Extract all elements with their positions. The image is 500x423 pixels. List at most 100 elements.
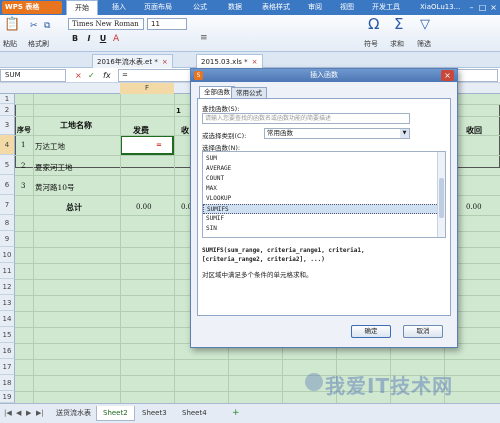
row-header[interactable]: 5 bbox=[0, 155, 15, 175]
row-header[interactable]: 6 bbox=[0, 175, 15, 195]
row-header[interactable]: 7 bbox=[0, 195, 15, 215]
dialog-title: 插入函数 bbox=[310, 71, 338, 79]
bold-button[interactable]: B bbox=[70, 34, 80, 44]
row-header[interactable]: 15 bbox=[0, 327, 15, 343]
active-cell[interactable] bbox=[120, 135, 174, 155]
row-header[interactable]: 17 bbox=[0, 359, 15, 375]
symbol-icon[interactable]: Ω bbox=[368, 17, 379, 32]
prev-sheet-icon[interactable]: ◀ bbox=[16, 409, 21, 417]
column-gridline bbox=[174, 94, 175, 403]
column-header-f[interactable]: F bbox=[120, 83, 174, 94]
function-item[interactable]: MAX bbox=[203, 184, 439, 194]
row-header[interactable]: 9 bbox=[0, 231, 15, 247]
paste-button[interactable]: 粘贴 bbox=[3, 39, 17, 49]
scrollbar-thumb[interactable] bbox=[439, 178, 444, 218]
row-header[interactable]: 2 bbox=[0, 104, 15, 116]
format-painter-button[interactable]: 格式刷 bbox=[28, 39, 49, 49]
menu-insert[interactable]: 插入 bbox=[112, 0, 126, 15]
name-box[interactable]: SUM bbox=[0, 69, 66, 82]
copy-icon[interactable]: ⧉ bbox=[44, 21, 50, 31]
row-header[interactable]: 1 bbox=[0, 94, 15, 104]
menu-view[interactable]: 视图 bbox=[340, 0, 354, 15]
file-tab-label: 2016年流水表.et * bbox=[97, 58, 158, 66]
font-name-select[interactable]: Times New Roman bbox=[68, 18, 144, 30]
tab-common-formulas[interactable]: 常用公式 bbox=[231, 87, 267, 98]
total-right: 0.00 bbox=[466, 203, 482, 211]
row-site: 夏家河工地 bbox=[35, 163, 73, 172]
row-header[interactable]: 8 bbox=[0, 215, 15, 231]
function-item[interactable]: AVERAGE bbox=[203, 164, 439, 174]
font-color-icon[interactable]: A bbox=[113, 34, 119, 44]
filter-button[interactable]: 筛选 bbox=[417, 39, 431, 49]
dialog-panel: 查找函数(S): 请输入您要查找的函数名或函数功能的简要描述 或选择类别(C):… bbox=[197, 98, 451, 316]
row-gridline bbox=[15, 359, 500, 360]
tab-all-functions[interactable]: 全部函数 bbox=[199, 86, 235, 98]
filter-icon[interactable]: ▽ bbox=[420, 17, 430, 32]
row-no: 1 bbox=[21, 141, 26, 149]
function-description: 对区域中满足多个条件的单元格求和。 bbox=[202, 271, 313, 279]
menu-table-style[interactable]: 表格样式 bbox=[262, 0, 290, 15]
add-sheet-button[interactable]: + bbox=[226, 406, 246, 421]
close-tab-icon[interactable]: × bbox=[252, 58, 258, 66]
file-tab-1[interactable]: 2016年流水表.et * × bbox=[92, 54, 173, 68]
last-sheet-icon[interactable]: ▶| bbox=[36, 409, 44, 417]
header-merged: 1 bbox=[176, 107, 181, 115]
row-header[interactable]: 14 bbox=[0, 311, 15, 327]
function-item[interactable]: SUMIF bbox=[203, 214, 439, 224]
sheet-tab[interactable]: Sheet3 bbox=[136, 406, 173, 421]
row-header[interactable]: 19 bbox=[0, 391, 15, 403]
sheet-tab[interactable]: Sheet4 bbox=[176, 406, 213, 421]
italic-button[interactable]: I bbox=[84, 34, 94, 44]
menu-data[interactable]: 数据 bbox=[228, 0, 242, 15]
insert-function-button[interactable]: fx bbox=[103, 69, 111, 82]
sheet-tab-active[interactable]: Sheet2 bbox=[96, 406, 135, 421]
function-item-selected[interactable]: SUMIFS bbox=[203, 204, 439, 214]
confirm-formula-icon[interactable]: ✓ bbox=[88, 69, 95, 82]
minimize-icon[interactable]: – bbox=[466, 2, 477, 13]
app-menu-button[interactable]: WPS 表格 bbox=[2, 1, 62, 14]
sheet-tab[interactable]: 送货流水表 bbox=[50, 406, 97, 421]
function-list[interactable]: SUM AVERAGE COUNT MAX VLOOKUP SUMIFS SUM… bbox=[202, 151, 446, 238]
row-header[interactable]: 4 bbox=[0, 135, 15, 155]
function-list-scrollbar[interactable] bbox=[437, 152, 445, 237]
file-tab-2[interactable]: 2015.03.xls * × bbox=[196, 54, 263, 68]
row-header[interactable]: 18 bbox=[0, 375, 15, 391]
function-item[interactable]: SIN bbox=[203, 224, 439, 234]
cancel-formula-icon[interactable]: × bbox=[75, 69, 82, 82]
menu-developer[interactable]: 开发工具 bbox=[372, 0, 400, 15]
symbol-button[interactable]: 符号 bbox=[364, 39, 378, 49]
menu-review[interactable]: 审阅 bbox=[308, 0, 322, 15]
close-icon[interactable]: × bbox=[488, 2, 499, 13]
sum-icon[interactable]: Σ bbox=[394, 17, 403, 32]
function-item[interactable]: SUM bbox=[203, 154, 439, 164]
menu-page-layout[interactable]: 页面布局 bbox=[144, 0, 172, 15]
menu-formulas[interactable]: 公式 bbox=[193, 0, 207, 15]
row-header[interactable]: 3 bbox=[0, 116, 15, 135]
underline-button[interactable]: U bbox=[98, 34, 108, 44]
user-name[interactable]: XiaOLu13... bbox=[420, 1, 460, 14]
dialog-close-icon[interactable]: × bbox=[441, 70, 454, 81]
row-header[interactable]: 10 bbox=[0, 247, 15, 263]
ok-button[interactable]: 确定 bbox=[351, 325, 391, 338]
maximize-icon[interactable]: □ bbox=[477, 2, 488, 13]
align-icon[interactable]: ≡ bbox=[200, 33, 208, 43]
menu-home[interactable]: 开始 bbox=[66, 0, 98, 15]
row-header[interactable]: 11 bbox=[0, 263, 15, 279]
chevron-down-icon[interactable]: ▼ bbox=[400, 129, 409, 138]
function-search-input[interactable]: 请输入您要查找的函数名或函数功能的简要描述 bbox=[202, 113, 410, 124]
row-header[interactable]: 13 bbox=[0, 295, 15, 311]
row-header[interactable]: 12 bbox=[0, 279, 15, 295]
close-tab-icon[interactable]: × bbox=[162, 58, 168, 66]
cut-icon[interactable]: ✂ bbox=[30, 21, 38, 31]
first-sheet-icon[interactable]: |◀ bbox=[4, 409, 12, 417]
sum-button[interactable]: 求和 bbox=[390, 39, 404, 49]
row-header[interactable]: 16 bbox=[0, 343, 15, 359]
cancel-button[interactable]: 取消 bbox=[403, 325, 443, 338]
column-gridline bbox=[120, 94, 121, 403]
category-select[interactable]: 常用函数 ▼ bbox=[264, 128, 410, 139]
function-item[interactable]: COUNT bbox=[203, 174, 439, 184]
paste-icon[interactable]: 📋 bbox=[4, 17, 20, 32]
font-size-select[interactable]: 11 bbox=[147, 18, 187, 30]
function-item[interactable]: VLOOKUP bbox=[203, 194, 439, 204]
next-sheet-icon[interactable]: ▶ bbox=[26, 409, 31, 417]
